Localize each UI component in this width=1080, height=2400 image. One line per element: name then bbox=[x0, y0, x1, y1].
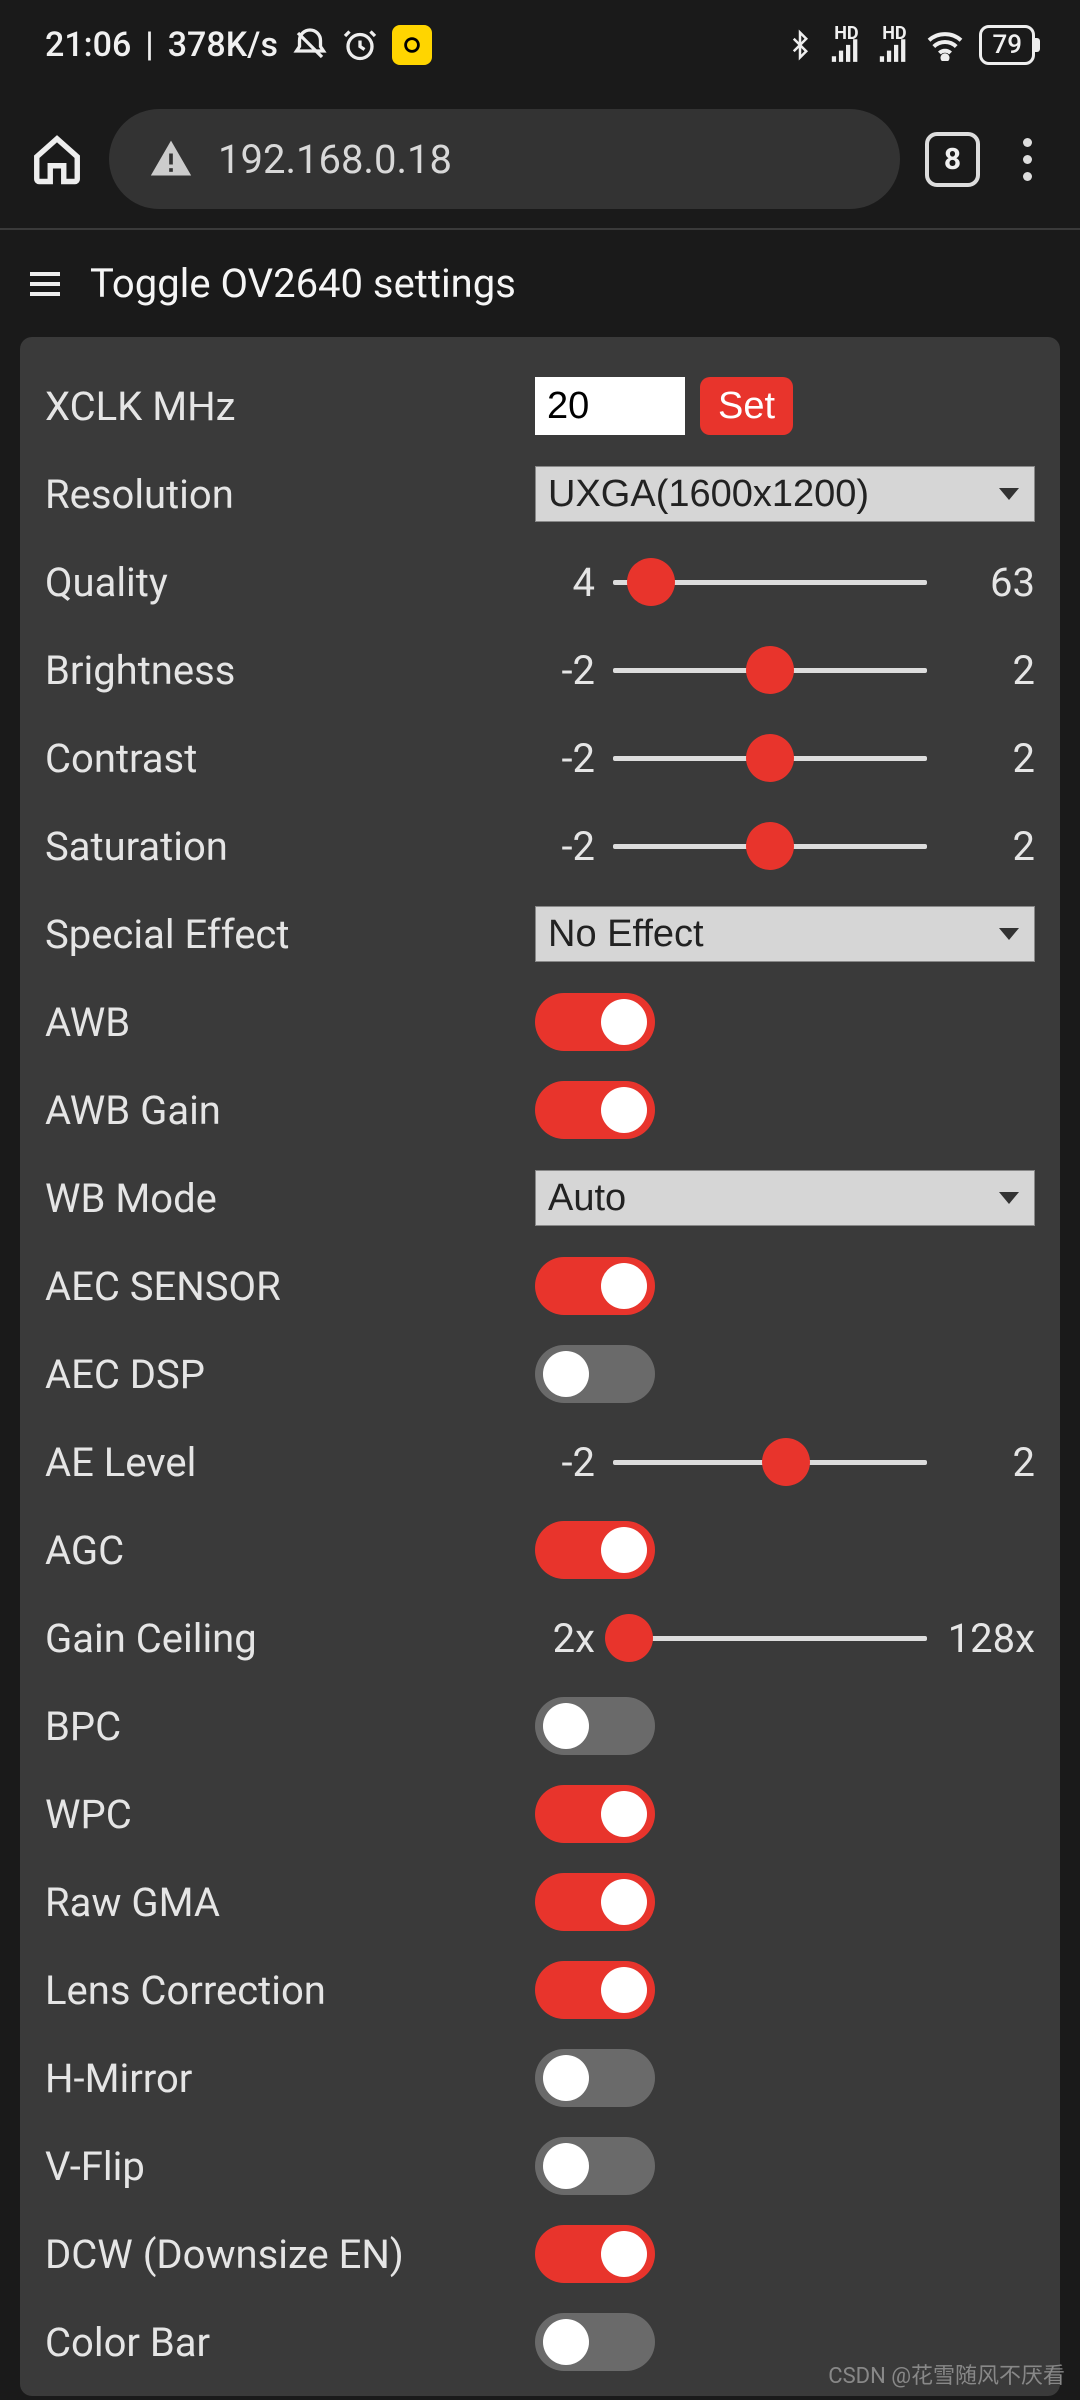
camera-badge-icon bbox=[392, 25, 432, 65]
signal-2-icon: HD bbox=[877, 25, 911, 65]
row-raw-gma: Raw GMA bbox=[45, 1858, 1035, 1946]
alarm-icon bbox=[342, 27, 378, 63]
menu-button[interactable] bbox=[1005, 138, 1050, 181]
special-effect-select[interactable]: No Effect bbox=[535, 906, 1035, 962]
label-brightness: Brightness bbox=[45, 647, 535, 694]
insecure-icon bbox=[149, 137, 193, 181]
brightness-slider[interactable] bbox=[613, 668, 927, 673]
wb-mode-select[interactable]: Auto bbox=[535, 1170, 1035, 1226]
url-bar[interactable]: 192.168.0.18 bbox=[109, 109, 900, 209]
page-header[interactable]: Toggle OV2640 settings bbox=[0, 230, 1080, 337]
dcw-toggle[interactable] bbox=[535, 2225, 655, 2283]
row-lens-correction: Lens Correction bbox=[45, 1946, 1035, 2034]
label-awb-gain: AWB Gain bbox=[45, 1087, 535, 1134]
row-xclk: XCLK MHz Set bbox=[45, 362, 1035, 450]
raw-gma-toggle[interactable] bbox=[535, 1873, 655, 1931]
label-special-effect: Special Effect bbox=[45, 911, 535, 958]
xclk-input[interactable] bbox=[535, 377, 685, 435]
label-contrast: Contrast bbox=[45, 735, 535, 782]
row-resolution: Resolution UXGA(1600x1200) bbox=[45, 450, 1035, 538]
row-contrast: Contrast -2 2 bbox=[45, 714, 1035, 802]
label-lens-correction: Lens Correction bbox=[45, 1967, 535, 2014]
tab-count-button[interactable]: 8 bbox=[925, 132, 980, 187]
color-bar-toggle[interactable] bbox=[535, 2313, 655, 2371]
row-saturation: Saturation -2 2 bbox=[45, 802, 1035, 890]
page-title: Toggle OV2640 settings bbox=[90, 260, 516, 307]
awb-gain-toggle[interactable] bbox=[535, 1081, 655, 1139]
xclk-set-button[interactable]: Set bbox=[700, 377, 793, 435]
label-agc: AGC bbox=[45, 1527, 535, 1574]
label-ae-level: AE Level bbox=[45, 1439, 535, 1486]
row-awb-gain: AWB Gain bbox=[45, 1066, 1035, 1154]
label-gain-ceiling: Gain Ceiling bbox=[45, 1615, 535, 1662]
row-aec-dsp: AEC DSP bbox=[45, 1330, 1035, 1418]
resolution-select[interactable]: UXGA(1600x1200) bbox=[535, 466, 1035, 522]
label-raw-gma: Raw GMA bbox=[45, 1879, 535, 1926]
settings-panel: XCLK MHz Set Resolution UXGA(1600x1200) … bbox=[20, 337, 1060, 2396]
label-bpc: BPC bbox=[45, 1703, 535, 1750]
wifi-icon bbox=[925, 29, 965, 61]
row-special-effect: Special Effect No Effect bbox=[45, 890, 1035, 978]
row-awb: AWB bbox=[45, 978, 1035, 1066]
row-aec-sensor: AEC SENSOR bbox=[45, 1242, 1035, 1330]
label-wpc: WPC bbox=[45, 1791, 535, 1838]
label-aec-sensor: AEC SENSOR bbox=[45, 1263, 535, 1310]
label-xclk: XCLK MHz bbox=[45, 383, 535, 430]
saturation-slider[interactable] bbox=[613, 844, 927, 849]
home-icon[interactable] bbox=[30, 132, 84, 186]
watermark: CSDN @花雪随风不厌看 bbox=[828, 2358, 1065, 2390]
row-brightness: Brightness -2 2 bbox=[45, 626, 1035, 714]
label-quality: Quality bbox=[45, 559, 535, 606]
row-agc: AGC bbox=[45, 1506, 1035, 1594]
aec-sensor-toggle[interactable] bbox=[535, 1257, 655, 1315]
url-text: 192.168.0.18 bbox=[218, 136, 452, 183]
status-time: 21:06 bbox=[45, 25, 131, 65]
battery-indicator: 79 bbox=[979, 25, 1035, 65]
mute-icon bbox=[292, 27, 328, 63]
h-mirror-toggle[interactable] bbox=[535, 2049, 655, 2107]
contrast-slider[interactable] bbox=[613, 756, 927, 761]
aec-dsp-toggle[interactable] bbox=[535, 1345, 655, 1403]
browser-bar: 192.168.0.18 8 bbox=[0, 90, 1080, 230]
row-gain-ceiling: Gain Ceiling 2x 128x bbox=[45, 1594, 1035, 1682]
label-dcw: DCW (Downsize EN) bbox=[45, 2231, 535, 2278]
row-wb-mode: WB Mode Auto bbox=[45, 1154, 1035, 1242]
label-color-bar: Color Bar bbox=[45, 2319, 535, 2366]
label-v-flip: V-Flip bbox=[45, 2143, 535, 2190]
gain-ceiling-slider[interactable] bbox=[613, 1636, 927, 1641]
row-bpc: BPC bbox=[45, 1682, 1035, 1770]
status-speed: 378K/s bbox=[168, 25, 278, 65]
label-saturation: Saturation bbox=[45, 823, 535, 870]
row-dcw: DCW (Downsize EN) bbox=[45, 2210, 1035, 2298]
row-ae-level: AE Level -2 2 bbox=[45, 1418, 1035, 1506]
label-wb-mode: WB Mode bbox=[45, 1175, 535, 1222]
lens-correction-toggle[interactable] bbox=[535, 1961, 655, 2019]
agc-toggle[interactable] bbox=[535, 1521, 655, 1579]
awb-toggle[interactable] bbox=[535, 993, 655, 1051]
status-bar: 21:06 | 378K/s HD HD 79 bbox=[0, 0, 1080, 90]
signal-1-icon: HD bbox=[829, 25, 863, 65]
row-wpc: WPC bbox=[45, 1770, 1035, 1858]
bluetooth-icon bbox=[785, 27, 815, 63]
quality-slider[interactable] bbox=[613, 580, 927, 585]
row-v-flip: V-Flip bbox=[45, 2122, 1035, 2210]
hamburger-icon[interactable] bbox=[25, 264, 65, 304]
row-h-mirror: H-Mirror bbox=[45, 2034, 1035, 2122]
bpc-toggle[interactable] bbox=[535, 1697, 655, 1755]
label-awb: AWB bbox=[45, 999, 535, 1046]
v-flip-toggle[interactable] bbox=[535, 2137, 655, 2195]
wpc-toggle[interactable] bbox=[535, 1785, 655, 1843]
ae-level-slider[interactable] bbox=[613, 1460, 927, 1465]
row-quality: Quality 4 63 bbox=[45, 538, 1035, 626]
label-resolution: Resolution bbox=[45, 471, 535, 518]
label-aec-dsp: AEC DSP bbox=[45, 1351, 535, 1398]
label-h-mirror: H-Mirror bbox=[45, 2055, 535, 2102]
